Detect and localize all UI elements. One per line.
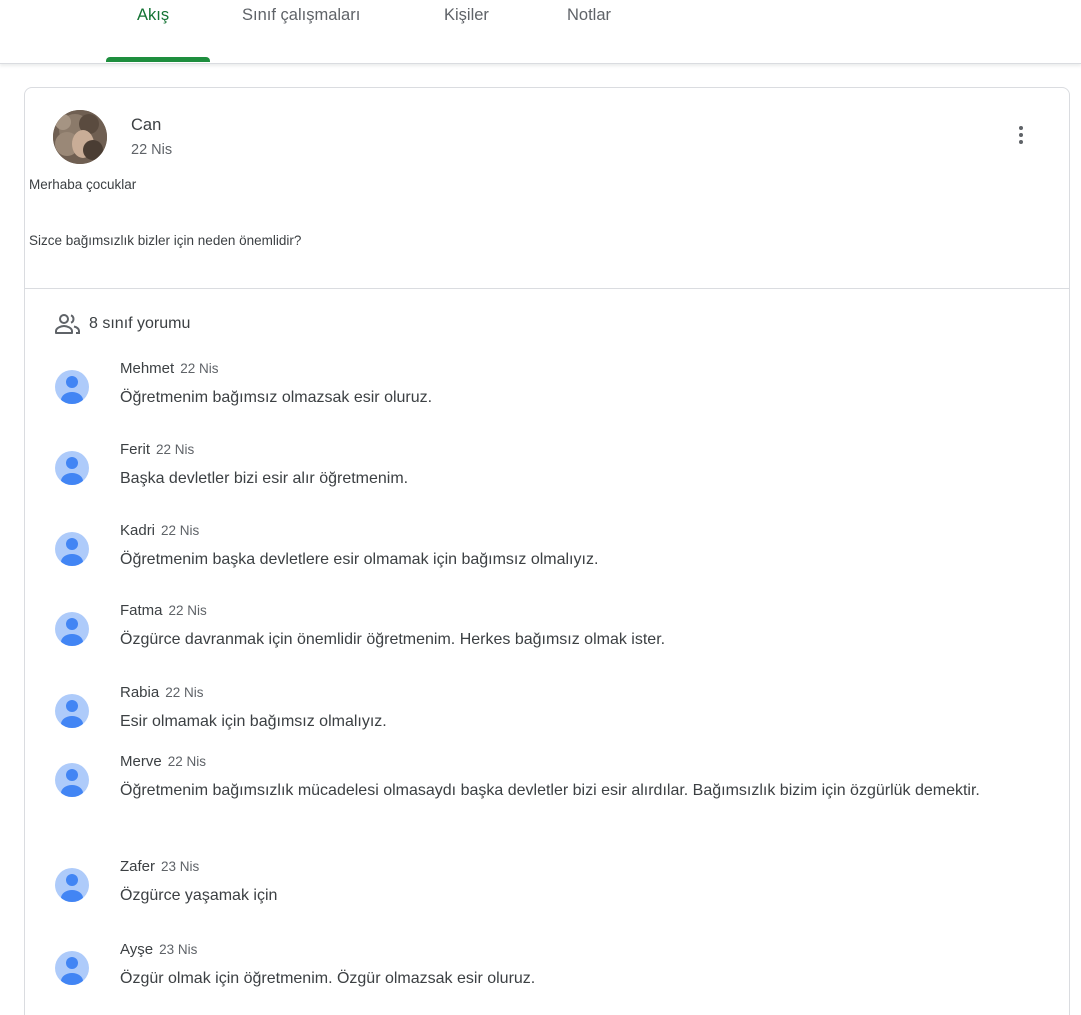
comment-date: 23 Nis [161,859,200,874]
divider [25,288,1069,289]
comment-author: Kadri [120,522,156,539]
post-author-name: Can [131,116,162,134]
comment-text: Öğretmenim bağımsız olmazsak esir oluruz… [120,389,433,406]
comment-author: Merve [120,753,162,770]
comment-date: 22 Nis [168,603,207,618]
top-tab-bar: Akış Sınıf çalışmaları Kişiler Notlar [0,0,1081,64]
post-text-question: Sizce bağımsızlık bizler için neden önem… [29,233,302,248]
post-text-greeting: Merhaba çocuklar [29,177,137,192]
post-date: 22 Nis [131,142,173,158]
comment-text: Özgürce davranmak için önemlidir öğretme… [120,631,666,648]
tab-classwork[interactable]: Sınıf çalışmaları [242,6,360,25]
account-icon [55,951,89,985]
account-icon [55,370,89,404]
account-icon [55,532,89,566]
tab-grades[interactable]: Notlar [567,6,611,25]
comment-author: Mehmet [120,360,175,377]
comment-text: Esir olmamak için bağımsız olmalıyız. [120,713,387,730]
active-tab-indicator [106,57,210,62]
comment-date: 22 Nis [165,685,204,700]
post-card: Can 22 Nis Merhaba çocuklar Sizce bağıms… [24,87,1070,1015]
comment-date: 22 Nis [156,442,195,457]
comment-date: 22 Nis [180,361,219,376]
comment-date: 22 Nis [167,754,206,769]
author-photo [53,110,107,164]
comment-author: Zafer [120,858,156,875]
comment-count-label: 8 sınıf yorumu [89,315,191,332]
comment-text: Başka devletler bizi esir alır öğretmeni… [120,470,409,487]
comment-author: Ferit [120,441,150,458]
class-comments-toggle[interactable]: 8 sınıf yorumu [55,313,190,335]
comment-author: Fatma [120,602,163,619]
post-header: Can 22 Nis Merhaba çocuklar Sizce bağıms… [25,88,1069,288]
more-options-icon[interactable] [1009,124,1033,152]
comment-date: 22 Nis [161,523,200,538]
comment-author: Ayşe [120,941,154,958]
account-icon [55,763,89,797]
account-icon [55,694,89,728]
comment-text: Özgürce yaşamak için [120,887,278,904]
tab-people[interactable]: Kişiler [444,6,489,25]
author-avatar[interactable] [53,110,107,164]
comment-text: Öğretmenim başka devletlere esir olmamak… [120,551,599,568]
account-icon [55,868,89,902]
comment-author: Rabia [120,684,160,701]
tab-stream[interactable]: Akış [137,6,169,25]
comment-date: 23 Nis [159,942,198,957]
account-icon [55,451,89,485]
people-icon [55,314,80,334]
comment-text: Öğretmenim bağımsızlık mücadelesi olmasa… [120,782,980,799]
account-icon [55,612,89,646]
comment-text: Özgür olmak için öğretmenim. Özgür olmaz… [120,970,536,987]
